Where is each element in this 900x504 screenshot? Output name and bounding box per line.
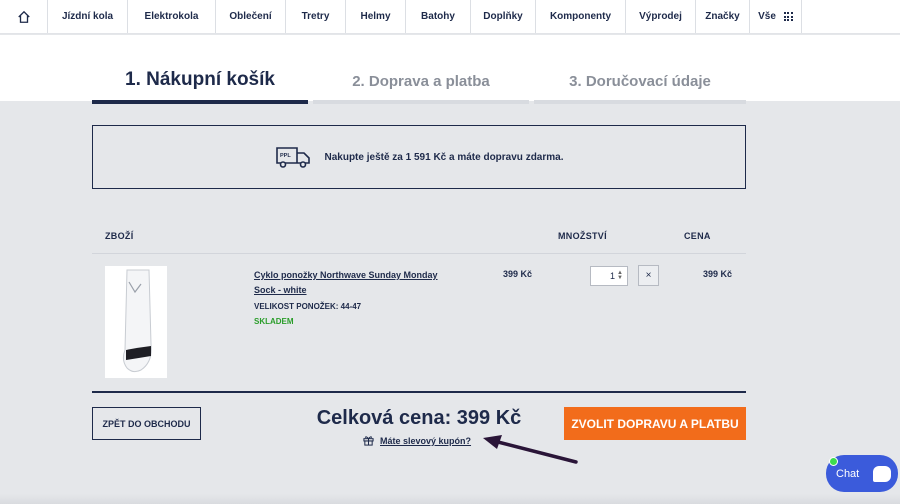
coupon-text: Máte slevový kupón? (380, 435, 472, 446)
stepper-arrows-icon[interactable]: ▲ ▼ (617, 270, 623, 281)
product-name-line2: Sock - white (254, 285, 307, 295)
unit-price: 399 Kč (503, 269, 533, 279)
truck-label: PPL (280, 153, 291, 159)
nav-item-jizdni-kola[interactable]: Jízdní kola (48, 0, 128, 33)
delivery-truck-icon: PPL (275, 147, 310, 168)
product-name-link[interactable]: Cyklo ponožky Northwave Sunday Monday So… (254, 268, 454, 298)
cart-bottom-divider (92, 391, 746, 393)
step-cart: 1. Nákupní košík (125, 69, 275, 90)
home-icon (17, 10, 30, 23)
nav-item-komponenty[interactable]: Komponenty (536, 0, 626, 33)
product-name-line1: Cyklo ponožky Northwave Sunday Monday (254, 270, 438, 280)
total-price: Celková cena: 399 Kč (316, 407, 522, 429)
nav-item-vyprodej[interactable]: Výprodej (626, 0, 696, 33)
nav-item-znacky[interactable]: Značky (696, 0, 750, 33)
nav-item-tretry[interactable]: Tretry (286, 0, 346, 33)
stock-status: SKLADEM (254, 317, 294, 326)
annotation-arrow-icon (483, 435, 578, 464)
chat-widget-button[interactable]: Chat (826, 455, 898, 492)
product-image[interactable] (105, 266, 167, 378)
free-shipping-notice: PPL Nakupte ještě za 1 591 Kč a máte dop… (92, 125, 746, 189)
choose-shipping-payment-button[interactable]: ZVOLIT DOPRAVU A PLATBU (564, 407, 746, 440)
nav-item-helmy[interactable]: Helmy (346, 0, 406, 33)
coupon-link[interactable]: Máte slevový kupón? (363, 435, 471, 446)
nav-item-elektrokola[interactable]: Elektrokola (128, 0, 216, 33)
remove-item-button[interactable]: × (638, 265, 659, 286)
column-header-item: ZBOŽÍ (105, 231, 134, 241)
table-divider (92, 253, 746, 254)
grid-icon (783, 12, 793, 21)
nav-all-label: Vše (758, 11, 776, 22)
back-to-shop-button[interactable]: ZPĚT DO OBCHODU (92, 407, 201, 440)
gift-icon (363, 436, 374, 446)
step-shipping-indicator (313, 100, 529, 104)
online-status-dot (829, 457, 838, 466)
nav-item-all[interactable]: Vše (750, 0, 802, 33)
nav-item-obleceni[interactable]: Oblečení (216, 0, 286, 33)
step-delivery-indicator (534, 100, 746, 104)
nav-item-batohy[interactable]: Batohy (406, 0, 471, 33)
page-bottom-shade (0, 494, 900, 504)
chat-label: Chat (836, 467, 860, 480)
quantity-value: 1 (610, 271, 616, 281)
step-cart-indicator (92, 100, 308, 104)
nav-item-doplnky[interactable]: Doplňky (471, 0, 536, 33)
free-shipping-text: Nakupte ještě za 1 591 Kč a máte dopravu… (324, 151, 564, 163)
sock-illustration (122, 269, 152, 373)
line-total-price: 399 Kč (703, 269, 733, 279)
quantity-stepper[interactable]: 1 ▲ ▼ (590, 266, 628, 286)
main-navigation: Jízdní kola Elektrokola Oblečení Tretry … (0, 0, 900, 34)
product-size: VELIKOST PONOŽEK: 44-47 (254, 302, 362, 311)
nav-home[interactable] (0, 0, 48, 33)
column-header-quantity: MNOŽSTVÍ (558, 231, 607, 241)
chat-bubble-icon (873, 465, 892, 482)
column-header-price: CENA (684, 231, 711, 241)
